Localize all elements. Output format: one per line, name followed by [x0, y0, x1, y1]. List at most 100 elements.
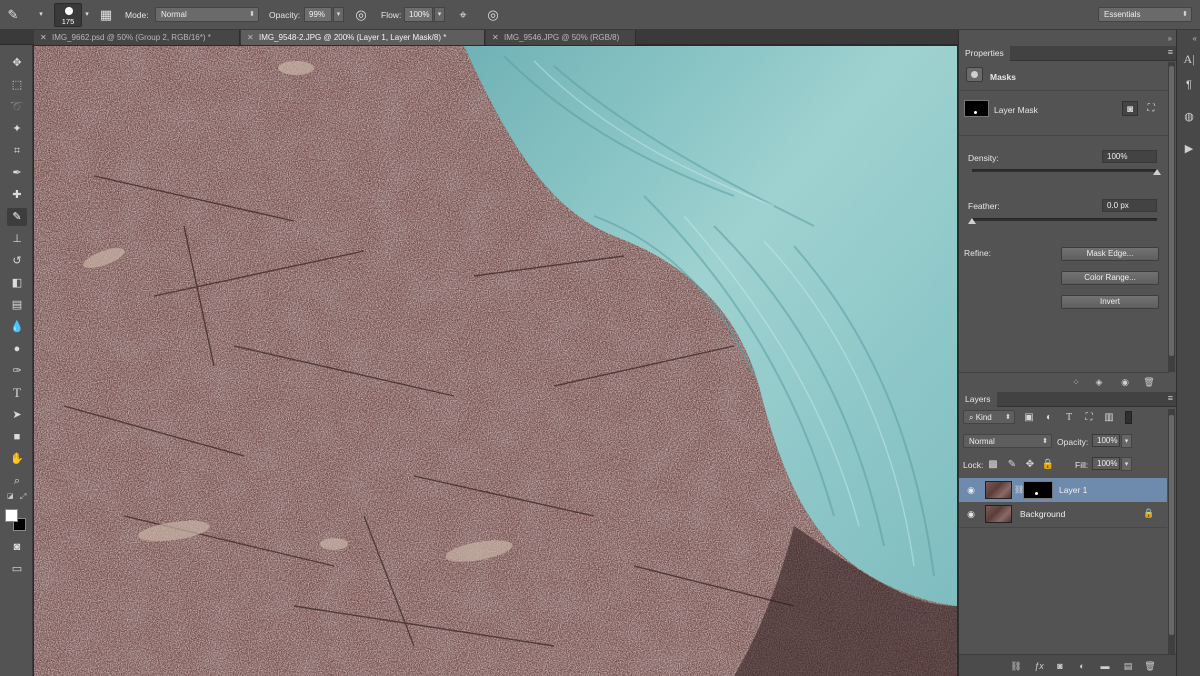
layer-name[interactable]: Background: [1020, 509, 1065, 519]
panel-menu-icon[interactable]: ≡: [1168, 47, 1173, 57]
filter-smart-object-icon[interactable]: ▥: [1101, 410, 1117, 425]
link-layers-icon[interactable]: ⛓: [1009, 659, 1023, 673]
zoom-icon[interactable]: ⌕: [7, 472, 27, 490]
color-range-button[interactable]: Color Range...: [1061, 271, 1159, 285]
swap-colors-icon[interactable]: ⤢: [20, 492, 26, 502]
healing-icon[interactable]: ✚: [7, 186, 27, 204]
hand-icon[interactable]: ✋: [7, 450, 27, 468]
panel-menu-icon[interactable]: ≡: [1168, 393, 1173, 403]
eye-icon[interactable]: ◉: [965, 508, 977, 520]
density-input[interactable]: 100%: [1102, 150, 1157, 163]
filter-shape-icon[interactable]: ⛶: [1081, 410, 1097, 425]
layer-opacity-slider-dropdown[interactable]: ▾: [1121, 434, 1132, 448]
density-slider-thumb[interactable]: [1153, 169, 1161, 175]
mode-dropdown[interactable]: Normal ⬍: [155, 7, 259, 22]
feather-input[interactable]: 0.0 px: [1102, 199, 1157, 212]
layer-filter-dropdown[interactable]: ⌕ Kind ⬍: [963, 410, 1015, 424]
new-group-icon[interactable]: ▬: [1098, 659, 1112, 673]
screen-mode-icon[interactable]: ▭: [7, 560, 27, 578]
rectangle-icon[interactable]: ■: [7, 428, 27, 446]
play-actions-icon[interactable]: ▶: [1180, 140, 1198, 158]
type-icon[interactable]: T: [7, 384, 27, 402]
layers-scrollbar[interactable]: [1168, 409, 1175, 655]
brush-preset-dropdown-icon[interactable]: ▾: [82, 6, 92, 24]
vector-mask-icon[interactable]: ⛶: [1143, 101, 1159, 116]
blend-mode-dropdown[interactable]: Normal ⬍: [963, 434, 1052, 448]
tab-document-3[interactable]: ✕ IMG_9546.JPG @ 50% (RGB/8): [486, 30, 636, 45]
flow-slider-dropdown[interactable]: ▾: [434, 7, 445, 22]
lock-transparent-icon[interactable]: ▩: [985, 457, 1001, 472]
stamp-icon[interactable]: ⊥: [7, 230, 27, 248]
pressure-opacity-icon[interactable]: ◎: [352, 6, 370, 24]
foreground-color-swatch[interactable]: [5, 509, 18, 522]
marquee-icon[interactable]: ⬚: [7, 76, 27, 94]
expand-panels-icon[interactable]: «: [1193, 34, 1197, 43]
pressure-size-icon[interactable]: ◎: [484, 6, 502, 24]
pixel-mask-icon[interactable]: ◙: [1122, 101, 1138, 116]
path-select-icon[interactable]: ➤: [7, 406, 27, 424]
invert-button[interactable]: Invert: [1061, 295, 1159, 309]
mask-edge-button[interactable]: Mask Edge...: [1061, 247, 1159, 261]
properties-tab[interactable]: Properties: [959, 46, 1010, 61]
eyedropper-icon[interactable]: ✒: [7, 164, 27, 182]
crop-icon[interactable]: ⌗: [7, 142, 27, 160]
layer-row-background[interactable]: ◉ Background 🔒: [959, 502, 1167, 526]
quick-select-icon[interactable]: ✦: [7, 120, 27, 138]
default-colors-icon[interactable]: ◪: [7, 492, 14, 500]
tool-preset-dropdown-icon[interactable]: ▾: [36, 6, 46, 24]
gradient-icon[interactable]: ▤: [7, 296, 27, 314]
layer-row-layer-1[interactable]: ◉ ⛓ Layer 1: [959, 478, 1167, 502]
load-selection-icon[interactable]: ⁘: [1069, 375, 1083, 389]
workspace-switcher[interactable]: Essentials ⬍: [1098, 7, 1192, 22]
flow-input[interactable]: 100%: [404, 7, 433, 22]
fill-input[interactable]: 100%: [1092, 457, 1120, 470]
new-layer-icon[interactable]: ▤: [1121, 659, 1135, 673]
quick-mask-icon[interactable]: ◙: [7, 538, 27, 556]
filter-type-icon[interactable]: T: [1061, 410, 1077, 425]
trash-icon[interactable]: 🗑: [1143, 659, 1157, 673]
fill-slider-dropdown[interactable]: ▾: [1121, 457, 1132, 471]
layers-tab[interactable]: Layers: [959, 392, 997, 407]
tab-document-2[interactable]: ✕ IMG_9548-2.JPG @ 200% (Layer 1, Layer …: [241, 30, 485, 45]
brush-tool-icon[interactable]: ✎: [4, 6, 22, 24]
lock-position-icon[interactable]: ✥: [1022, 457, 1038, 472]
filter-toggle[interactable]: [1125, 411, 1132, 424]
layer-thumbnail[interactable]: [985, 481, 1012, 499]
tab-document-1[interactable]: ✕ IMG_9662.psd @ 50% (Group 2, RGB/16*) …: [34, 30, 240, 45]
apply-mask-icon[interactable]: ◈: [1092, 375, 1106, 389]
layer-opacity-input[interactable]: 100%: [1092, 434, 1120, 447]
layer-name[interactable]: Layer 1: [1059, 485, 1087, 495]
opacity-input[interactable]: 99%: [304, 7, 332, 22]
brush-panel-toggle-icon[interactable]: ▦: [97, 6, 115, 24]
opacity-slider-dropdown[interactable]: ▾: [333, 7, 344, 22]
move-icon[interactable]: ✥: [7, 54, 27, 72]
history-brush-icon[interactable]: ↺: [7, 252, 27, 270]
document-canvas[interactable]: [34, 46, 957, 676]
eye-icon[interactable]: ◉: [965, 484, 977, 496]
eraser-icon[interactable]: ◧: [7, 274, 27, 292]
brush-preset-picker[interactable]: 175: [54, 3, 82, 27]
filter-adjustment-icon[interactable]: ◐: [1041, 410, 1057, 425]
fx-icon[interactable]: ƒx: [1032, 659, 1046, 673]
feather-slider-track[interactable]: [972, 218, 1157, 221]
lock-image-icon[interactable]: ✎: [1004, 457, 1020, 472]
properties-scrollbar[interactable]: [1168, 62, 1175, 372]
blur-icon[interactable]: 💧: [7, 318, 27, 336]
libraries-panel-icon[interactable]: ◍: [1180, 108, 1198, 126]
collapse-panel-icon[interactable]: »: [1168, 34, 1172, 43]
feather-slider-thumb[interactable]: [968, 218, 976, 224]
paragraph-panel-icon[interactable]: ¶: [1180, 76, 1198, 94]
close-icon[interactable]: ✕: [247, 30, 254, 45]
lasso-icon[interactable]: ➰: [7, 98, 27, 116]
dodge-icon[interactable]: ●: [7, 340, 27, 358]
close-icon[interactable]: ✕: [492, 30, 499, 45]
filter-pixel-icon[interactable]: ▣: [1021, 410, 1037, 425]
add-mask-icon[interactable]: ◙: [1053, 659, 1067, 673]
density-slider-track[interactable]: [972, 169, 1157, 172]
layer-thumbnail[interactable]: [985, 505, 1012, 523]
layer-mask-thumbnail[interactable]: [1023, 481, 1053, 499]
close-icon[interactable]: ✕: [40, 30, 47, 45]
trash-icon[interactable]: 🗑: [1142, 375, 1156, 389]
airbrush-icon[interactable]: ⌖: [454, 6, 472, 24]
brush-icon[interactable]: ✎: [7, 208, 27, 226]
